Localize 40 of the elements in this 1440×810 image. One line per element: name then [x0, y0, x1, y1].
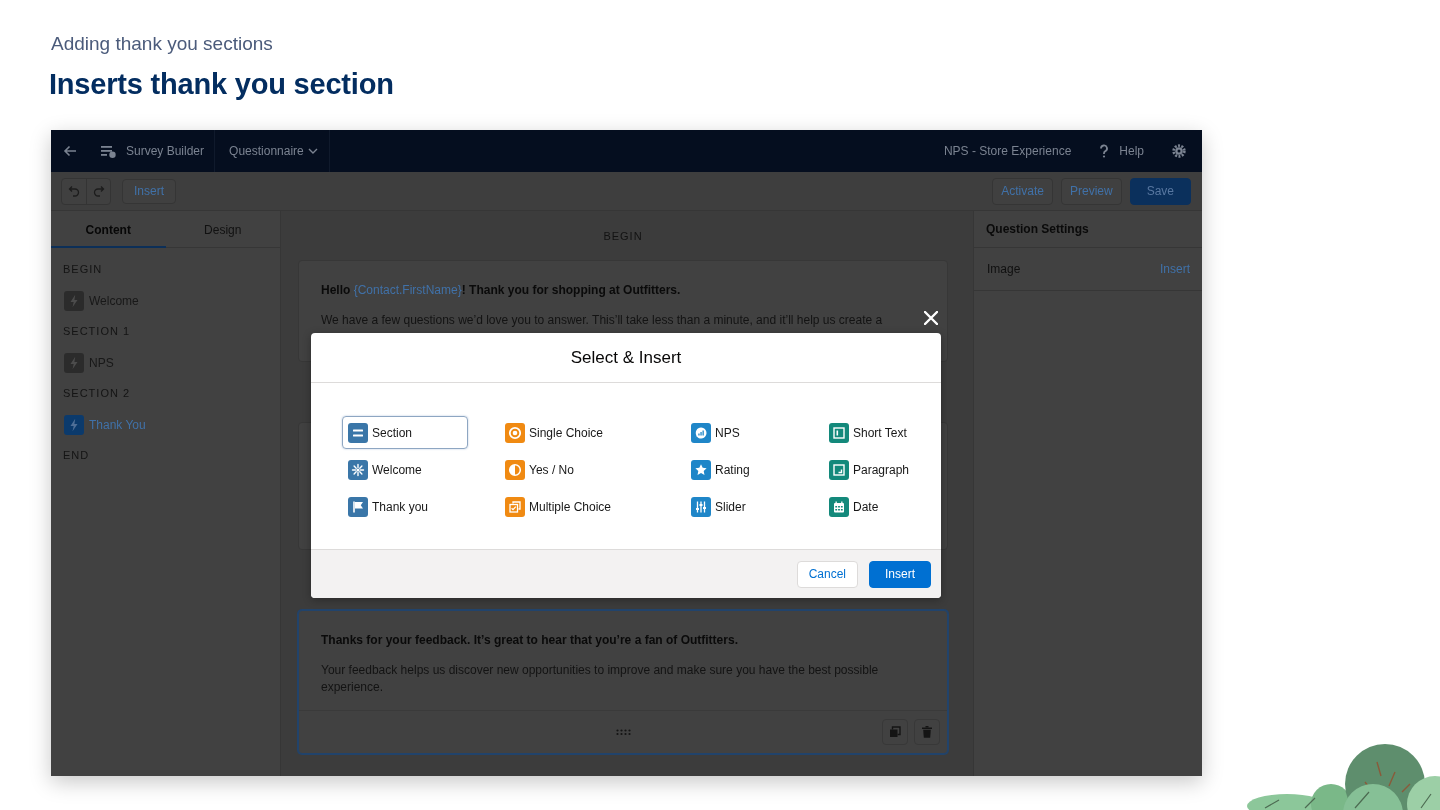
- lightning-icon: [64, 414, 84, 435]
- insert-option[interactable]: NPS: [685, 416, 811, 449]
- lightning-icon: [64, 352, 84, 373]
- settings-button[interactable]: [1172, 144, 1186, 158]
- slide-title: Inserts thank you section: [49, 69, 395, 99]
- redo-icon: [92, 185, 105, 197]
- insert-option[interactable]: Short Text: [823, 416, 949, 449]
- insert-option[interactable]: Slider: [685, 490, 811, 523]
- close-icon: [924, 311, 938, 325]
- insert-option[interactable]: Paragraph: [823, 453, 949, 486]
- help-icon: [1099, 144, 1110, 158]
- delete-button[interactable]: [914, 719, 940, 745]
- insert-option[interactable]: Yes / No: [499, 453, 625, 486]
- insert-option[interactable]: Welcome: [342, 453, 468, 486]
- arrow-left-icon: [63, 144, 77, 158]
- insert-option[interactable]: Date: [823, 490, 949, 523]
- duplicate-button[interactable]: [882, 719, 908, 745]
- settings-icon: [1172, 144, 1186, 158]
- toolbar-button[interactable]: Save: [1129, 177, 1191, 205]
- panel-title: Question Settings: [974, 211, 1202, 248]
- insert-option[interactable]: Section: [342, 416, 468, 449]
- trash-icon: [922, 726, 932, 738]
- insert-option[interactable]: Multiple Choice: [499, 490, 625, 523]
- dialog-button[interactable]: Cancel: [796, 560, 858, 588]
- slide-subtitle: Adding thank you sections: [51, 33, 274, 55]
- close-button[interactable]: [924, 311, 938, 325]
- dialog-button[interactable]: Insert: [869, 560, 931, 588]
- lightning-icon: [64, 290, 84, 311]
- copy-icon: [889, 726, 901, 738]
- drag-handle-icon[interactable]: [615, 728, 631, 736]
- dialog-title: Select & Insert: [311, 333, 941, 383]
- help-link[interactable]: Help: [1071, 136, 1144, 166]
- insert-option[interactable]: Thank you: [342, 490, 468, 523]
- list-icon: [101, 144, 116, 158]
- survey-name: NPS - Store Experience: [943, 144, 1072, 158]
- chevron-down-icon: [307, 148, 318, 154]
- app-name: Survey Builder: [126, 144, 205, 158]
- undo-icon: [68, 185, 80, 197]
- insert-option[interactable]: Single Choice: [499, 416, 625, 449]
- insert-option[interactable]: Rating: [685, 453, 811, 486]
